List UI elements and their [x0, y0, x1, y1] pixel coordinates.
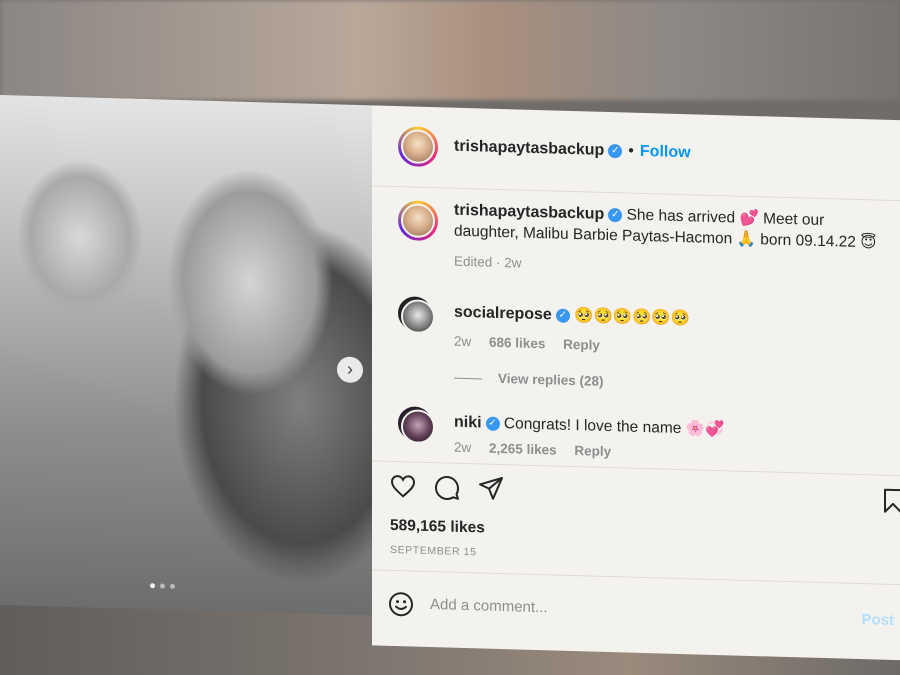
header-username[interactable]: trishapaytasbackup	[454, 138, 604, 159]
avatar[interactable]	[398, 296, 432, 332]
avatar[interactable]	[398, 126, 438, 168]
post-comment-button[interactable]: Post	[861, 611, 894, 629]
heart-emoji: 💕	[739, 208, 759, 228]
reply-button[interactable]: Reply	[574, 443, 611, 459]
verified-badge-icon: ✓	[608, 143, 623, 159]
flower-heart-emoji: 🌸💞	[685, 419, 725, 439]
caption-text: born 09.14.22	[760, 231, 856, 251]
carousel-dot	[150, 583, 155, 589]
comment-text: Congrats! I love the name	[503, 415, 682, 438]
header-separator: •	[628, 142, 634, 160]
caption-body: trishapaytasbackup ✓ She has arrived 💕 Me…	[454, 200, 890, 254]
comment-text: 🥺🥺🥺🥺🥺🥺	[574, 306, 690, 328]
avatar[interactable]	[398, 200, 438, 242]
verified-badge-icon: ✓	[608, 207, 623, 223]
add-comment-bar: Add a comment... Post	[372, 569, 900, 656]
paper-plane-icon[interactable]	[478, 475, 504, 502]
reply-button[interactable]: Reply	[563, 337, 600, 353]
chevron-right-icon[interactable]: ›	[337, 356, 363, 384]
comment-username[interactable]: socialrepose	[454, 304, 552, 324]
background-feed	[0, 0, 900, 100]
comment-likes[interactable]: 686 likes	[489, 335, 545, 352]
comment-age: 2w	[454, 439, 472, 456]
halo-emoji: 😇	[860, 233, 877, 252]
post-actions: 589,165 likes SEPTEMBER 15 Add a comment…	[372, 460, 900, 657]
comment-likes[interactable]: 2,265 likes	[489, 441, 557, 458]
follow-button[interactable]: Follow	[640, 143, 691, 161]
caption-text: She has arrived	[626, 206, 736, 227]
comment-input[interactable]: Add a comment...	[430, 596, 548, 616]
caption-meta: Edited · 2w	[454, 253, 522, 271]
comment-meta: 2w 686 likes Reply	[454, 334, 600, 353]
carousel-dots	[150, 583, 175, 589]
comment-username[interactable]: niki	[454, 414, 482, 432]
comment-meta: 2w 2,265 likes Reply	[454, 440, 611, 459]
carousel-dot	[160, 583, 165, 589]
pray-emoji: 🙏	[736, 229, 756, 249]
post-likes[interactable]: 589,165 likes	[390, 517, 485, 538]
heart-icon[interactable]	[390, 474, 416, 499]
post-photo[interactable]: ›	[0, 95, 372, 616]
caption-username[interactable]: trishapaytasbackup	[454, 202, 604, 223]
verified-badge-icon: ✓	[485, 416, 500, 431]
post-modal: › trishapaytasbackup ✓ • Follow trishapayta…	[0, 95, 900, 661]
comment-age: 2w	[454, 333, 472, 350]
comment-body: socialrepose ✓ 🥺🥺🥺🥺🥺🥺	[454, 302, 890, 335]
carousel-dot	[170, 583, 175, 589]
bookmark-icon[interactable]	[882, 488, 900, 515]
caption: trishapaytasbackup ✓ She has arrived 💕 Me…	[372, 197, 900, 271]
comment-bubble-icon[interactable]	[434, 474, 460, 501]
verified-badge-icon: ✓	[555, 308, 570, 323]
post-header: trishapaytasbackup ✓ • Follow	[372, 105, 900, 202]
view-replies-button[interactable]: View replies (28)	[454, 370, 604, 389]
post-date[interactable]: SEPTEMBER 15	[390, 544, 477, 558]
avatar[interactable]	[398, 406, 432, 442]
comment-body: niki ✓ Congrats! I love the name 🌸💞	[454, 412, 890, 445]
comment: socialrepose ✓ 🥺🥺🥺🥺🥺🥺 2w 686 likes Reply	[372, 295, 900, 353]
post-side-panel: trishapaytasbackup ✓ • Follow trishapaytasb…	[372, 105, 900, 661]
smiley-icon[interactable]	[388, 591, 414, 618]
comment: niki ✓ Congrats! I love the name 🌸💞 2w 2,…	[372, 405, 900, 459]
